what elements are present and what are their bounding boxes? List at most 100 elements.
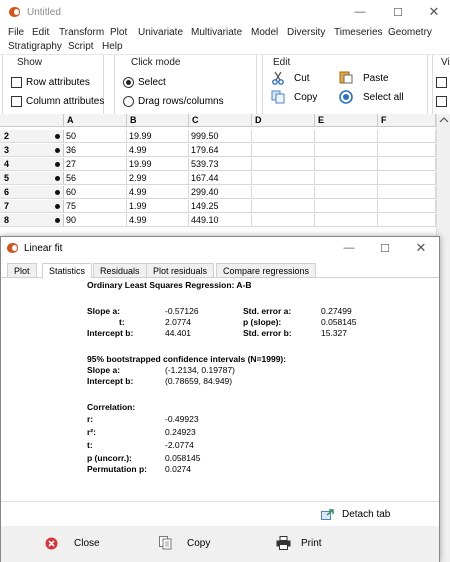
cell[interactable] — [378, 172, 436, 185]
menu-geometry[interactable]: Geometry — [388, 27, 432, 38]
column-attributes-label: Column attributes — [26, 96, 105, 107]
cell[interactable] — [252, 130, 315, 143]
column-header-d[interactable]: D — [252, 114, 315, 127]
grid-vertical-scrollbar[interactable] — [436, 114, 450, 239]
column-header-f[interactable]: F — [378, 114, 436, 127]
menu-stratigraphy[interactable]: Stratigraphy — [8, 41, 62, 52]
cell[interactable] — [252, 186, 315, 199]
row-header[interactable]: 8 — [0, 214, 64, 227]
cell[interactable]: 36 — [64, 144, 127, 157]
cell[interactable]: 179.64 — [189, 144, 252, 157]
close-button[interactable]: Close — [74, 538, 100, 549]
view-checkbox-2[interactable] — [436, 96, 447, 107]
cell[interactable] — [315, 200, 378, 213]
tab-plot[interactable]: Plot — [7, 263, 37, 278]
maximize-button[interactable]: ☐ — [380, 0, 416, 24]
cell[interactable] — [315, 130, 378, 143]
cell[interactable]: 1.99 — [127, 200, 189, 213]
p-slope-value: 0.058145 — [321, 317, 357, 327]
row-attributes-checkbox[interactable] — [11, 77, 22, 88]
cell[interactable] — [378, 144, 436, 157]
cell[interactable]: 56 — [64, 172, 127, 185]
slope-label: Slope a: — [87, 306, 121, 316]
column-header-c[interactable]: C — [189, 114, 252, 127]
cell[interactable]: 60 — [64, 186, 127, 199]
cell[interactable]: 50 — [64, 130, 127, 143]
column-header-b[interactable]: B — [127, 114, 189, 127]
menu-script[interactable]: Script — [68, 41, 94, 52]
row-header[interactable]: 3 — [0, 144, 64, 157]
drag-mode-radio[interactable] — [123, 96, 134, 107]
cell[interactable] — [252, 172, 315, 185]
column-header-e[interactable]: E — [315, 114, 378, 127]
cell[interactable] — [378, 200, 436, 213]
cell[interactable] — [315, 144, 378, 157]
menu-diversity[interactable]: Diversity — [287, 27, 325, 38]
cell[interactable]: 539.73 — [189, 158, 252, 171]
cell[interactable]: 999.50 — [189, 130, 252, 143]
cell[interactable]: 167.44 — [189, 172, 252, 185]
cell[interactable]: 27 — [64, 158, 127, 171]
column-attributes-checkbox[interactable] — [11, 96, 22, 107]
dialog-close-button[interactable]: ✕ — [403, 237, 439, 259]
tab-compare-regressions[interactable]: Compare regressions — [216, 263, 317, 278]
tab-plot-residuals[interactable]: Plot residuals — [146, 263, 215, 278]
cell[interactable] — [378, 130, 436, 143]
menu-transform[interactable]: Transform — [59, 27, 104, 38]
tab-residuals[interactable]: Residuals — [93, 263, 147, 278]
menu-help[interactable]: Help — [102, 41, 123, 52]
row-header[interactable]: 7 — [0, 200, 64, 213]
cell[interactable] — [252, 200, 315, 213]
row-header[interactable]: 2 — [0, 130, 64, 143]
cell[interactable] — [378, 158, 436, 171]
view-checkbox-1[interactable] — [436, 77, 447, 88]
cell[interactable]: 19.99 — [127, 158, 189, 171]
cell[interactable]: 4.99 — [127, 186, 189, 199]
copy-dialog-button[interactable]: Copy — [187, 538, 210, 549]
menu-timeseries[interactable]: Timeseries — [334, 27, 383, 38]
copy-button[interactable]: Copy — [294, 92, 317, 103]
select-mode-radio[interactable] — [123, 77, 134, 88]
show-group-title: Show — [17, 57, 43, 68]
cell[interactable]: 4.99 — [127, 214, 189, 227]
cell[interactable] — [315, 186, 378, 199]
cell[interactable] — [315, 158, 378, 171]
menu-edit[interactable]: Edit — [32, 27, 49, 38]
menu-univariate[interactable]: Univariate — [138, 27, 183, 38]
cell[interactable]: 149.25 — [189, 200, 252, 213]
cell[interactable]: 299.40 — [189, 186, 252, 199]
close-window-button[interactable]: ✕ — [416, 0, 450, 24]
tab-statistics[interactable]: Statistics — [42, 263, 93, 279]
cell[interactable] — [315, 214, 378, 227]
menu-plot[interactable]: Plot — [110, 27, 127, 38]
column-header-a[interactable]: A — [64, 114, 127, 127]
select-all-button[interactable]: Select all — [363, 92, 404, 103]
dialog-maximize-button[interactable]: ☐ — [367, 237, 403, 259]
cell[interactable]: 90 — [64, 214, 127, 227]
detach-tab-button[interactable]: Detach tab — [342, 509, 390, 520]
cell[interactable] — [378, 214, 436, 227]
row-number: 4 — [4, 159, 10, 169]
cell[interactable] — [315, 172, 378, 185]
dialog-minimize-button[interactable]: — — [331, 237, 367, 259]
cut-button[interactable]: Cut — [294, 73, 310, 84]
cell[interactable]: 2.99 — [127, 172, 189, 185]
cell[interactable]: 449.10 — [189, 214, 252, 227]
cell[interactable]: 75 — [64, 200, 127, 213]
row-header[interactable]: 4 — [0, 158, 64, 171]
row-header[interactable]: 5 — [0, 172, 64, 185]
menu-model[interactable]: Model — [251, 27, 278, 38]
cell[interactable] — [378, 186, 436, 199]
minimize-button[interactable]: — — [342, 0, 378, 24]
cell[interactable]: 19.99 — [127, 130, 189, 143]
cell[interactable] — [252, 158, 315, 171]
menu-file[interactable]: File — [8, 27, 24, 38]
scroll-up-arrow-icon[interactable] — [437, 114, 450, 126]
menu-multivariate[interactable]: Multivariate — [191, 27, 242, 38]
cell[interactable] — [252, 144, 315, 157]
paste-button[interactable]: Paste — [363, 73, 389, 84]
cell[interactable]: 4.99 — [127, 144, 189, 157]
cell[interactable] — [252, 214, 315, 227]
print-button[interactable]: Print — [301, 538, 322, 549]
row-header[interactable]: 6 — [0, 186, 64, 199]
